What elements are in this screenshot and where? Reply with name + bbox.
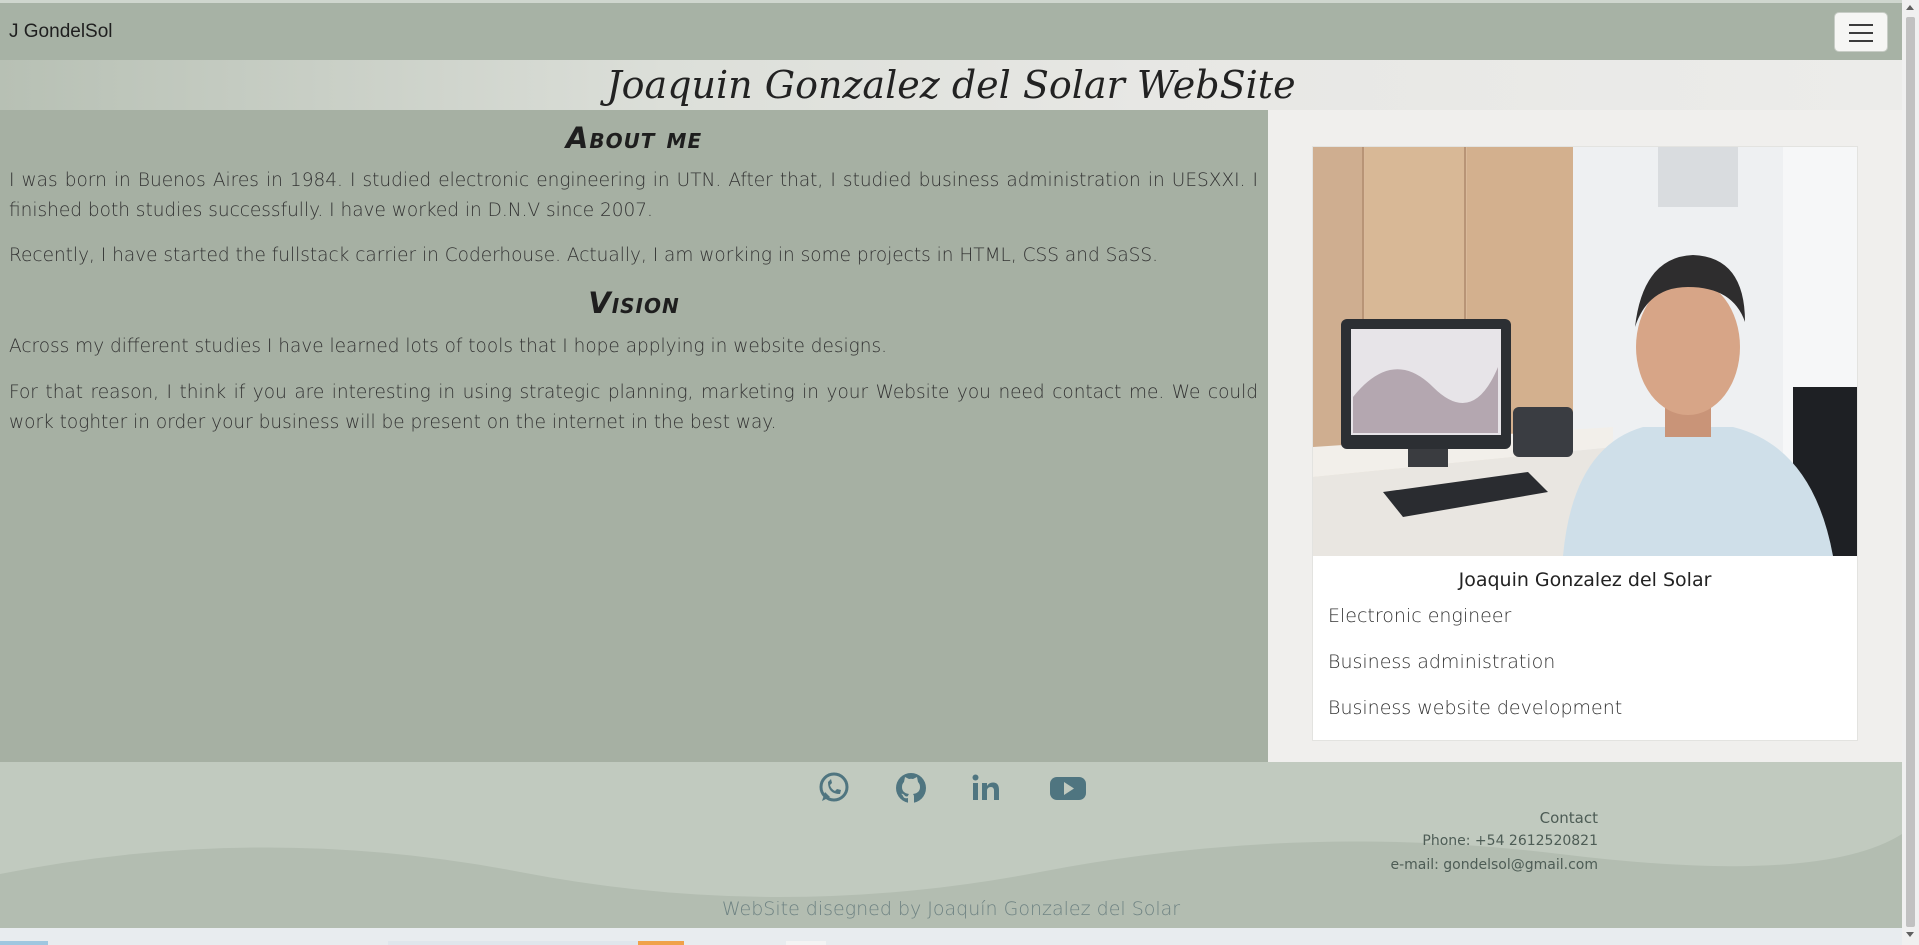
- navbar: J GondelSol: [0, 3, 1902, 60]
- about-section: About me I was born in Buenos Aires in 1…: [0, 110, 1268, 762]
- title-banner: Joaquin Gonzalez del Solar WebSite: [0, 60, 1902, 110]
- contact-title: Contact: [1539, 809, 1598, 827]
- about-heading: About me: [565, 121, 703, 155]
- about-paragraph-2: Recently, I have started the fullstack c…: [9, 245, 1159, 266]
- hamburger-menu-icon-bar: [1849, 40, 1873, 42]
- youtube-icon: [1050, 777, 1086, 800]
- profile-card: Joaquin Gonzalez del Solar Electronic en…: [1312, 146, 1858, 741]
- taskbar-item[interactable]: [0, 941, 48, 945]
- linkedin-link[interactable]: [968, 770, 1008, 806]
- profile-item-2: Business administration: [1328, 651, 1556, 673]
- profile-item-3: Business website development: [1328, 697, 1623, 719]
- taskbar-item[interactable]: [786, 941, 826, 945]
- github-icon: [896, 773, 926, 803]
- hamburger-menu-button[interactable]: [1834, 12, 1888, 52]
- scroll-up-arrow-icon[interactable]: [1906, 5, 1914, 10]
- taskbar-item[interactable]: [638, 941, 684, 945]
- page-title: Joaquin Gonzalez del Solar WebSite: [606, 63, 1296, 107]
- profile-name: Joaquin Gonzalez del Solar: [1458, 569, 1712, 591]
- profile-photo: [1313, 147, 1857, 556]
- os-taskbar-edge: [0, 928, 1902, 945]
- vision-paragraph-2: For that reason, I think if you are inte…: [9, 382, 1258, 433]
- whatsapp-link[interactable]: [816, 770, 856, 806]
- page-scrollbar[interactable]: [1902, 0, 1919, 945]
- vision-heading: Vision: [588, 286, 680, 320]
- about-paragraph-1: I was born in Buenos Aires in 1984. I st…: [9, 170, 1258, 221]
- whatsapp-icon: [819, 772, 849, 802]
- github-link[interactable]: [893, 770, 933, 806]
- scrollbar-thumb[interactable]: [1906, 17, 1915, 927]
- taskbar-item[interactable]: [388, 941, 638, 945]
- youtube-link[interactable]: [1046, 770, 1090, 806]
- contact-email[interactable]: e-mail: gondelsol@gmail.com: [1390, 857, 1598, 873]
- scroll-down-arrow-icon[interactable]: [1906, 932, 1914, 937]
- navbar-brand[interactable]: J GondelSol: [9, 21, 113, 43]
- profile-item-1: Electronic engineer: [1328, 605, 1512, 627]
- linkedin-icon: [972, 774, 999, 800]
- footer: Contact Phone: +54 2612520821 e-mail: go…: [0, 762, 1902, 928]
- contact-phone: Phone: +54 2612520821: [1422, 833, 1598, 849]
- vision-paragraph-1: Across my different studies I have learn…: [9, 336, 887, 357]
- footer-credit: WebSite disegned by Joaquín Gonzalez del…: [721, 898, 1181, 920]
- hamburger-menu-icon: [1849, 24, 1873, 26]
- hamburger-menu-icon-bar: [1849, 32, 1873, 34]
